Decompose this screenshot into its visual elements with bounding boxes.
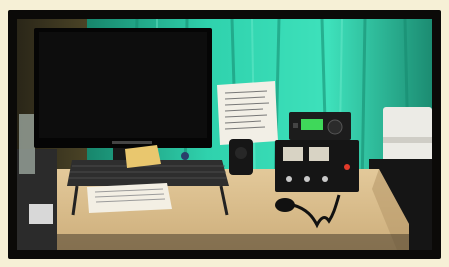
- printer-slot: [383, 137, 432, 143]
- terminal-left: [286, 176, 292, 182]
- radio-button: [293, 123, 298, 128]
- amp-meter: [309, 147, 329, 161]
- power-led: [344, 164, 350, 170]
- desk-shadow: [57, 234, 409, 250]
- notepad: [87, 183, 172, 213]
- speaker-grille: [235, 147, 247, 159]
- hand-microphone: [275, 198, 295, 212]
- photo: [17, 19, 432, 250]
- shelf-bottle: [19, 114, 35, 174]
- monitor-screen: [39, 32, 207, 138]
- paper-sign: [217, 81, 278, 145]
- terminal-mid: [304, 176, 310, 182]
- shelf-box: [29, 204, 53, 224]
- volt-meter: [283, 147, 303, 161]
- photo-scene: [17, 19, 432, 250]
- key-fob: [181, 152, 189, 160]
- monitor-logo: [112, 141, 152, 144]
- terminal-right: [322, 176, 328, 182]
- tuning-knob: [327, 119, 343, 135]
- radio-display: [301, 119, 323, 130]
- qsl-card: [125, 145, 161, 168]
- printer: [383, 107, 432, 165]
